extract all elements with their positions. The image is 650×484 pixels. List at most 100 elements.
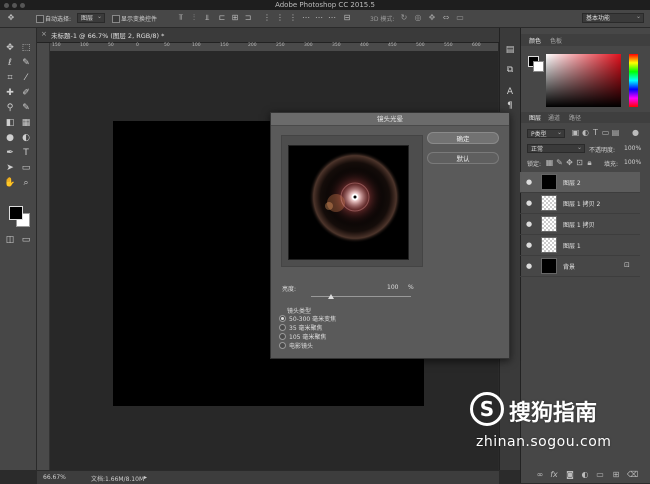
distribute-1-icon[interactable]: ⋮ — [262, 13, 272, 23]
new-layer-icon[interactable]: ⊞ — [611, 470, 621, 480]
brightness-slider-thumb[interactable] — [328, 294, 334, 299]
move-tool-icon[interactable]: ✥ — [6, 13, 16, 23]
filter-shape-icon[interactable]: ▭ — [601, 128, 610, 138]
gradient-tool-icon[interactable]: ▦ — [20, 117, 32, 129]
layer-name[interactable]: 图层 1 拷贝 2 — [563, 199, 600, 208]
align-vcenter-icon[interactable]: ⫶ — [189, 13, 199, 23]
brightness-slider-track[interactable] — [311, 296, 411, 297]
lens-option-label[interactable]: 50-300 毫米变焦 — [289, 314, 336, 323]
distribute-6-icon[interactable]: ⋯ — [327, 13, 337, 23]
lens-option-label[interactable]: 35 毫米聚焦 — [289, 323, 323, 332]
3d-scale-icon[interactable]: ▭ — [455, 13, 465, 23]
3d-slide-icon[interactable]: ⇔ — [441, 13, 451, 23]
opacity-value[interactable]: 100% — [624, 145, 641, 152]
visibility-eye-icon[interactable]: ● — [526, 220, 532, 228]
folder-icon[interactable]: ▭ — [595, 470, 605, 480]
layer-row[interactable]: ● 图层 1 拷贝 — [520, 214, 640, 235]
align-left-icon[interactable]: ⊏ — [217, 13, 227, 23]
history-brush-tool-icon[interactable]: ✎ — [20, 102, 32, 114]
minimize-dot[interactable] — [12, 3, 17, 8]
stamp-tool-icon[interactable]: ⚲ — [4, 102, 16, 114]
distribute-2-icon[interactable]: ⋮ — [275, 13, 285, 23]
tab-color[interactable]: 颜色 — [529, 36, 541, 45]
distribute-4-icon[interactable]: ⋯ — [301, 13, 311, 23]
visibility-eye-icon[interactable]: ● — [526, 241, 532, 249]
character-panel-icon[interactable]: A — [504, 86, 516, 98]
quick-select-tool-icon[interactable]: ✎ — [20, 57, 32, 69]
eraser-tool-icon[interactable]: ◧ — [4, 117, 16, 129]
lock-all-icon[interactable]: 🔒︎ — [585, 158, 594, 168]
align-top-icon[interactable]: ⫪ — [176, 13, 186, 23]
visibility-eye-icon[interactable]: ● — [526, 262, 532, 270]
trash-icon[interactable]: ⌫ — [627, 470, 638, 480]
visibility-eye-icon[interactable]: ● — [526, 199, 532, 207]
color-bg-swatch[interactable] — [533, 61, 544, 72]
tab-swatches[interactable]: 色板 — [550, 36, 562, 45]
layer-filter-dropdown[interactable]: P类型 — [527, 128, 565, 138]
tab-layers[interactable]: 图层 — [529, 113, 541, 122]
fill-value[interactable]: 100% — [624, 159, 641, 166]
link-icon[interactable]: ∞ — [535, 470, 545, 480]
lens-radio-105[interactable] — [279, 333, 286, 340]
blend-mode-dropdown[interactable]: 正常 — [527, 143, 585, 153]
align-hcenter-icon[interactable]: ⊞ — [230, 13, 240, 23]
lock-position-icon[interactable]: ✥ — [565, 158, 574, 168]
distribute-5-icon[interactable]: ⋯ — [314, 13, 324, 23]
filter-smart-icon[interactable]: ▤ — [611, 128, 620, 138]
layer-name[interactable]: 背景 — [563, 262, 575, 271]
brush-tool-icon[interactable]: ✐ — [20, 87, 32, 99]
shape-tool-icon[interactable]: ▭ — [20, 162, 32, 174]
lock-transparent-icon[interactable]: ▦ — [545, 158, 554, 168]
filter-pixel-icon[interactable]: ▣ — [571, 128, 580, 138]
auto-select-dropdown[interactable]: 图层 — [77, 12, 105, 23]
align-right-icon[interactable]: ⊐ — [243, 13, 253, 23]
fx-icon[interactable]: fx — [549, 470, 559, 480]
status-arrow-icon[interactable]: ▸ — [144, 474, 147, 481]
lens-option-label[interactable]: 电影镜头 — [289, 341, 313, 350]
healing-tool-icon[interactable]: ✚ — [4, 87, 16, 99]
eyedropper-tool-icon[interactable]: ⁄ — [20, 72, 32, 84]
adjustment-icon[interactable]: ◐ — [580, 470, 590, 480]
3d-rotate-icon[interactable]: ↻ — [399, 13, 409, 23]
dodge-tool-icon[interactable]: ◐ — [20, 132, 32, 144]
blur-tool-icon[interactable]: ● — [4, 132, 16, 144]
layer-row[interactable]: ● 图层 2 — [520, 172, 640, 193]
screen-mode-icon[interactable]: ▭ — [20, 234, 32, 246]
color-field[interactable] — [546, 54, 621, 107]
lens-radio-35[interactable] — [279, 324, 286, 331]
layer-name[interactable]: 图层 1 — [563, 241, 581, 250]
auto-align-icon[interactable]: ⊟ — [342, 13, 352, 23]
zoom-level[interactable]: 66.67% — [43, 474, 66, 481]
document-tab[interactable]: × 未标题-1 @ 66.7% (图层 2, RGB/8) * — [37, 28, 499, 43]
lock-artboard-icon[interactable]: ⊡ — [575, 158, 584, 168]
auto-select-checkbox[interactable] — [36, 15, 44, 23]
hue-slider[interactable] — [629, 54, 638, 107]
move-tool-icon[interactable]: ✥ — [4, 42, 16, 54]
pen-tool-icon[interactable]: ✒ — [4, 147, 16, 159]
paragraph-panel-icon[interactable]: ¶ — [504, 100, 516, 112]
hand-tool-icon[interactable]: ✋ — [4, 177, 16, 189]
filter-adjust-icon[interactable]: ◐ — [581, 128, 590, 138]
lens-radio-movie[interactable] — [279, 342, 286, 349]
layer-row[interactable]: ● 图层 1 — [520, 235, 640, 256]
flare-preview[interactable] — [288, 145, 409, 260]
tab-channels[interactable]: 通道 — [548, 113, 560, 122]
lock-pixels-icon[interactable]: ✎ — [555, 158, 564, 168]
visibility-eye-icon[interactable]: ● — [526, 178, 532, 186]
lasso-tool-icon[interactable]: ℓ — [4, 57, 16, 69]
tab-paths[interactable]: 路径 — [569, 113, 581, 122]
workspace-dropdown[interactable]: 基本功能 — [582, 12, 644, 23]
close-tab-icon[interactable]: × — [41, 30, 47, 38]
ok-button[interactable]: 确定 — [427, 132, 499, 144]
reset-button[interactable]: 默认 — [427, 152, 499, 164]
layer-row[interactable]: ● 图层 1 拷贝 2 — [520, 193, 640, 214]
lens-option-label[interactable]: 105 毫米聚焦 — [289, 332, 326, 341]
zoom-tool-icon[interactable]: ⌕ — [20, 177, 32, 189]
lens-radio-50-300[interactable] — [279, 315, 286, 322]
history-panel-icon[interactable]: ▤ — [504, 44, 516, 56]
align-bottom-icon[interactable]: ⫫ — [202, 13, 212, 23]
distribute-3-icon[interactable]: ⋮ — [288, 13, 298, 23]
marquee-tool-icon[interactable]: ⬚ — [20, 42, 32, 54]
layer-name[interactable]: 图层 2 — [563, 178, 581, 187]
layer-row[interactable]: ● 背景 ⊡ — [520, 256, 640, 277]
